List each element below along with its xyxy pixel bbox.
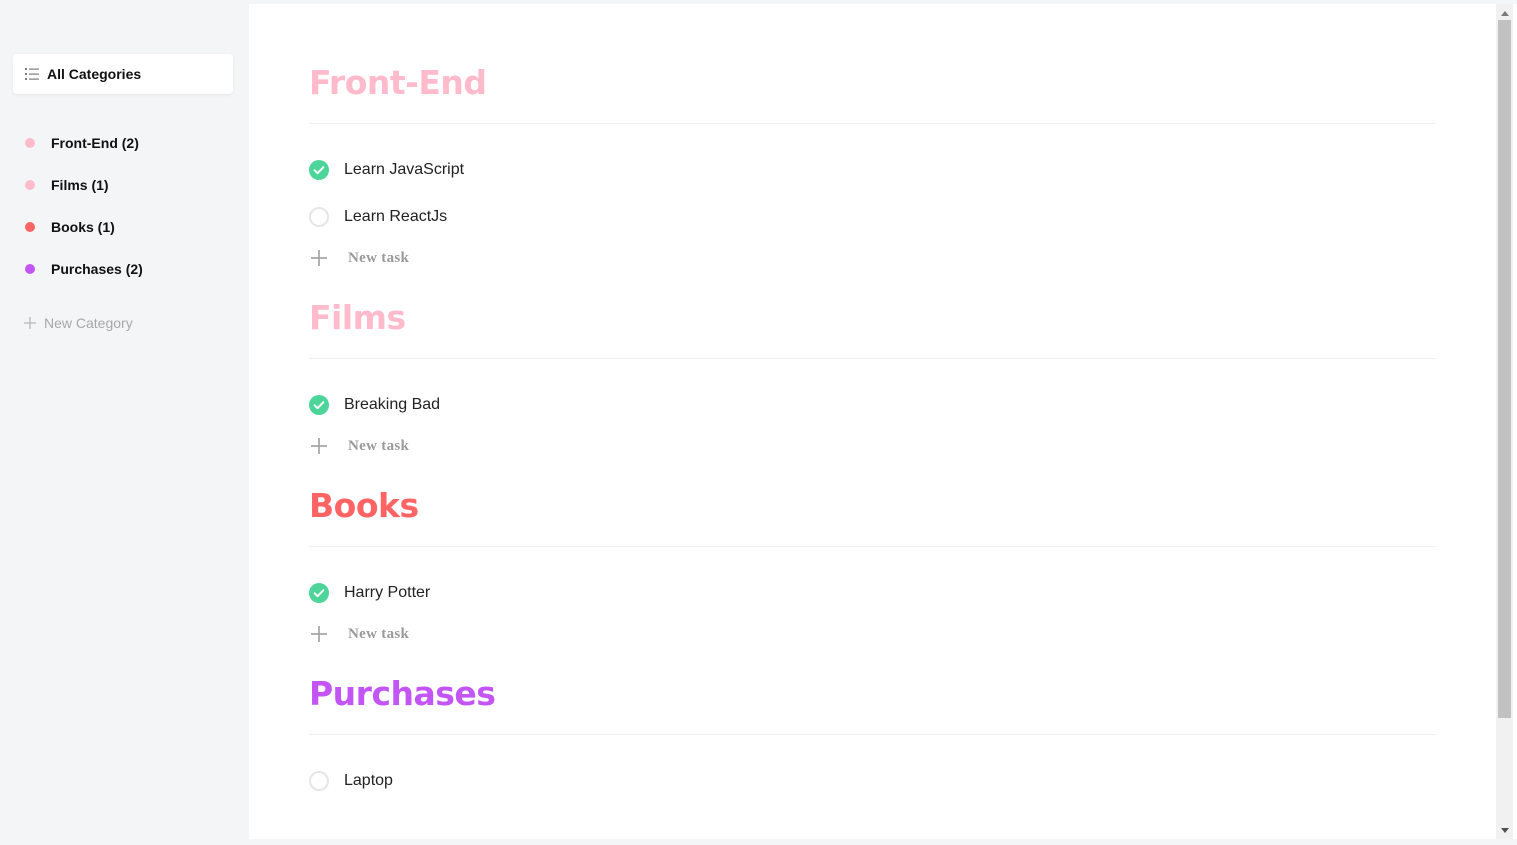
empty-circle-icon[interactable] — [309, 206, 329, 227]
all-categories-label: All Categories — [47, 66, 142, 82]
task-label: Harry Potter — [344, 583, 431, 601]
empty-circle-icon[interactable] — [309, 770, 329, 791]
sidebar-item-purchases[interactable]: Purchases (2) — [0, 248, 249, 290]
category-title[interactable]: Purchases — [309, 674, 1436, 714]
new-task-button[interactable]: New task — [309, 428, 1436, 464]
category-divider — [309, 358, 1436, 359]
check-circle-icon[interactable] — [309, 582, 329, 603]
category-color-dot — [25, 138, 35, 148]
task-item[interactable]: Harry Potter — [309, 569, 1436, 616]
sidebar-item-label: Films (1) — [51, 177, 109, 193]
task-item[interactable]: Breaking Bad — [309, 381, 1436, 428]
category-title[interactable]: Front-End — [309, 63, 1436, 103]
sidebar-item-films[interactable]: Films (1) — [0, 164, 249, 206]
category-section-films: Films Breaking Bad New task — [309, 276, 1436, 464]
category-color-dot — [25, 264, 35, 274]
check-circle-icon[interactable] — [309, 159, 329, 180]
scrollbar-thumb[interactable] — [1498, 20, 1511, 718]
task-label: Laptop — [344, 771, 393, 789]
task-item[interactable]: Learn JavaScript — [309, 146, 1436, 193]
new-task-button[interactable]: New task — [309, 616, 1436, 652]
task-label: Learn JavaScript — [344, 160, 465, 178]
vertical-scrollbar[interactable] — [1496, 4, 1513, 839]
sidebar-item-front-end[interactable]: Front-End (2) — [0, 122, 249, 164]
category-title[interactable]: Films — [309, 298, 1436, 338]
todo-app: All Categories Front-End (2) Films (1) B… — [0, 0, 1517, 845]
task-label: Learn ReactJs — [344, 207, 448, 225]
category-divider — [309, 546, 1436, 547]
task-item[interactable]: Learn ReactJs — [309, 193, 1436, 240]
new-category-button[interactable]: New Category — [24, 315, 133, 331]
task-panel: Front-End Learn JavaScript Learn ReactJs — [249, 4, 1496, 839]
task-item[interactable]: Laptop — [309, 757, 1436, 804]
category-list: Front-End (2) Films (1) Books (1) Purcha… — [0, 122, 249, 290]
new-task-button[interactable]: New task — [309, 240, 1436, 276]
sidebar-item-label: Purchases (2) — [51, 261, 143, 277]
category-color-dot — [25, 180, 35, 190]
plus-icon — [311, 626, 327, 642]
all-categories-button[interactable]: All Categories — [13, 54, 233, 94]
sidebar-item-books[interactable]: Books (1) — [0, 206, 249, 248]
task-content: Front-End Learn JavaScript Learn ReactJs — [309, 4, 1436, 804]
plus-icon — [311, 438, 327, 454]
scroll-down-arrow-icon[interactable] — [1496, 823, 1513, 837]
plus-icon — [311, 250, 327, 266]
scroll-up-arrow-icon[interactable] — [1496, 6, 1513, 20]
sidebar: All Categories Front-End (2) Films (1) B… — [0, 4, 249, 839]
category-color-dot — [25, 222, 35, 232]
new-category-label: New Category — [44, 315, 133, 331]
bottom-strip — [0, 839, 1517, 845]
new-task-label: New task — [348, 437, 410, 454]
category-section-purchases: Purchases Laptop — [309, 652, 1436, 804]
list-icon — [25, 68, 39, 80]
category-section-books: Books Harry Potter New task — [309, 464, 1436, 652]
plus-icon — [24, 317, 36, 329]
sidebar-item-label: Front-End (2) — [51, 135, 139, 151]
task-label: Breaking Bad — [344, 395, 441, 413]
category-section-front-end: Front-End Learn JavaScript Learn ReactJs — [309, 4, 1436, 276]
category-title[interactable]: Books — [309, 486, 1436, 526]
new-task-label: New task — [348, 625, 410, 642]
category-divider — [309, 734, 1436, 735]
category-divider — [309, 123, 1436, 124]
check-circle-icon[interactable] — [309, 394, 329, 415]
sidebar-item-label: Books (1) — [51, 219, 115, 235]
new-task-label: New task — [348, 249, 410, 266]
